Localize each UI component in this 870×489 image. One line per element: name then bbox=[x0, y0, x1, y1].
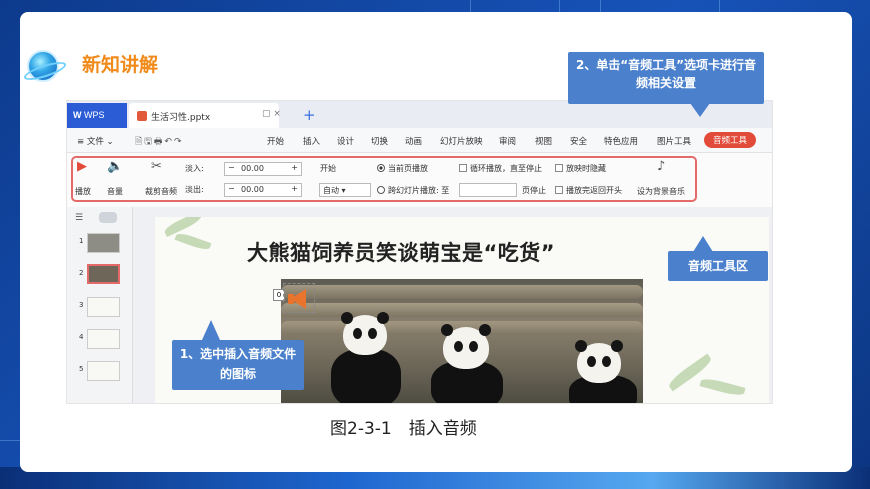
slide-thumbnail[interactable] bbox=[87, 361, 120, 381]
menu-item[interactable]: 插入 bbox=[303, 135, 320, 147]
callout-pointer bbox=[202, 320, 220, 340]
wps-app-tab[interactable]: W WPS bbox=[67, 103, 127, 128]
page-stop-label: 页停止 bbox=[522, 186, 546, 195]
tab-audio-tools[interactable]: 音频工具 bbox=[704, 132, 757, 148]
menu-item[interactable]: 切换 bbox=[371, 135, 388, 147]
tab-bar: W WPS 生活习性.pptx ▢ × + bbox=[67, 101, 772, 128]
thumbnail-number: 4 bbox=[79, 333, 84, 341]
trim-audio-icon[interactable]: ✂ bbox=[151, 159, 162, 174]
panda-body bbox=[331, 349, 401, 403]
audio-tools-ribbon: ▶ 播放 🔈 音量 ✂ 裁剪音频 淡入: −00.00 + 淡出: −00.00 +… bbox=[67, 153, 772, 207]
thumbnail-number: 1 bbox=[79, 237, 84, 245]
start-select[interactable]: 自动 ▾ bbox=[319, 183, 371, 197]
menu-item[interactable]: 视图 bbox=[535, 135, 552, 147]
thumbnail-number: 2 bbox=[79, 269, 84, 277]
start-label: 开始 bbox=[320, 164, 336, 173]
doc-tab-label: 生活习性.pptx bbox=[151, 113, 211, 123]
fade-out-value: 00.00 bbox=[241, 185, 264, 194]
menu-item[interactable]: 开始 bbox=[267, 135, 284, 147]
menu-item[interactable]: 安全 bbox=[570, 135, 587, 147]
slide-thumbnail-selected[interactable] bbox=[87, 264, 120, 284]
slide-thumbnail[interactable] bbox=[87, 233, 120, 253]
panda-head bbox=[575, 340, 623, 383]
callout-pointer bbox=[690, 103, 710, 117]
thumbnail-number: 5 bbox=[79, 365, 84, 373]
globe-icon bbox=[27, 50, 59, 82]
pptx-file-icon bbox=[137, 111, 147, 121]
play-icon[interactable]: ▶ bbox=[77, 159, 87, 174]
outline-icon[interactable]: ☰ bbox=[75, 213, 83, 223]
new-tab-icon[interactable]: + bbox=[303, 106, 316, 124]
current-page-radio[interactable]: 当前页播放 bbox=[377, 163, 428, 174]
loop-label: 循环播放，直至停止 bbox=[470, 164, 542, 173]
doc-tab[interactable]: 生活习性.pptx bbox=[129, 103, 279, 128]
bamboo-leaf bbox=[699, 376, 746, 398]
callout-select-icon: 1、选中插入音频文件的图标 bbox=[172, 340, 304, 390]
hide-label: 放映时隐藏 bbox=[566, 164, 606, 173]
set-bg-music-button[interactable]: 设为背景音乐 bbox=[637, 186, 685, 197]
panda-head bbox=[441, 324, 491, 369]
menu-item[interactable]: 审阅 bbox=[499, 135, 516, 147]
quick-access-icons[interactable]: 🗎🖫🖶↶↷ bbox=[135, 134, 183, 150]
menu-item[interactable]: 设计 bbox=[337, 135, 354, 147]
hide-checkbox[interactable]: 放映时隐藏 bbox=[555, 163, 606, 174]
callout-audio-tools-area: 音频工具区 bbox=[668, 251, 768, 281]
fade-in-value: 00.00 bbox=[241, 164, 264, 173]
fade-out-label: 淡出: bbox=[185, 185, 204, 194]
loop-checkbox[interactable]: 循环播放，直至停止 bbox=[459, 163, 542, 174]
tab-close-icon[interactable]: ▢ × bbox=[262, 109, 281, 119]
menu-bar: ≡ 文件 ⌄ 🗎🖫🖶↶↷ 开始 插入 设计 切换 动画 幻灯片放映 审阅 视图 … bbox=[67, 128, 772, 153]
thumbnail-pane: ☰ 1 2 3 4 5 bbox=[67, 207, 133, 403]
wps-label: WPS bbox=[84, 110, 105, 120]
cross-slides-label: 跨幻灯片播放: 至 bbox=[388, 186, 450, 195]
menu-item[interactable]: 动画 bbox=[405, 135, 422, 147]
audio-speaker-icon[interactable] bbox=[283, 283, 315, 313]
wps-logo-icon: W bbox=[73, 110, 84, 120]
rewind-label: 播放完返回开头 bbox=[566, 186, 622, 195]
fade-out-stepper[interactable]: −00.00 + bbox=[224, 183, 302, 197]
section-title: 新知讲解 bbox=[82, 54, 159, 76]
current-page-label: 当前页播放 bbox=[388, 164, 428, 173]
volume-icon[interactable]: 🔈 bbox=[107, 159, 123, 174]
callout-audio-tools: 2、单击“音频工具”选项卡进行音频相关设置 bbox=[568, 52, 764, 104]
thumbnail-number: 3 bbox=[79, 301, 84, 309]
photo-log bbox=[281, 285, 643, 299]
music-note-icon[interactable]: ♪ bbox=[657, 159, 665, 174]
panda-photo[interactable] bbox=[281, 279, 643, 403]
slide-thumbnail[interactable] bbox=[87, 329, 120, 349]
panda-head bbox=[341, 312, 389, 355]
bamboo-leaf bbox=[174, 231, 212, 252]
menu-item[interactable]: 图片工具 bbox=[657, 135, 691, 147]
stop-page-input[interactable] bbox=[459, 183, 517, 197]
callout-pointer bbox=[693, 236, 713, 252]
slide-thumbnail[interactable] bbox=[87, 297, 120, 317]
menu-item[interactable]: 特色应用 bbox=[604, 135, 638, 147]
trim-audio-button[interactable]: 裁剪音频 bbox=[145, 186, 177, 197]
figure-caption: 图2-3-1 插入音频 bbox=[330, 419, 477, 439]
rewind-checkbox[interactable]: 播放完返回开头 bbox=[555, 185, 622, 196]
start-select-value: 自动 bbox=[323, 186, 339, 195]
fade-in-label: 淡入: bbox=[185, 164, 204, 173]
photo-log bbox=[281, 303, 643, 317]
menu-file[interactable]: ≡ 文件 ⌄ bbox=[77, 135, 114, 147]
cross-slides-radio[interactable]: 跨幻灯片播放: 至 bbox=[377, 185, 449, 196]
fade-in-stepper[interactable]: −00.00 + bbox=[224, 162, 302, 176]
slide-title: 大熊猫饲养员笑谈萌宝是“吃货” bbox=[247, 241, 556, 265]
play-button[interactable]: 播放 bbox=[75, 186, 91, 197]
menu-item[interactable]: 幻灯片放映 bbox=[440, 135, 483, 147]
volume-button[interactable]: 音量 bbox=[107, 186, 123, 197]
slides-view-icon[interactable] bbox=[99, 212, 117, 223]
